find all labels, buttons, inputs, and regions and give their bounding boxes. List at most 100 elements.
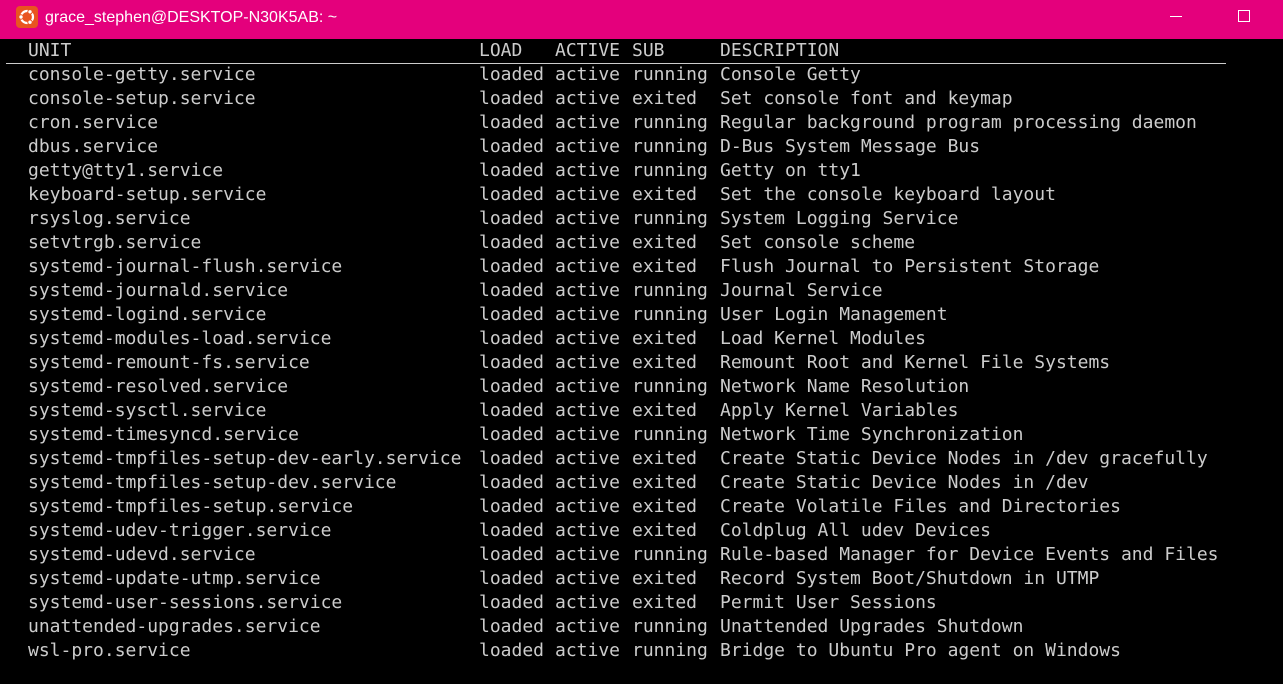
cell-description: Network Time Synchronization [720,424,1024,445]
cell-unit: dbus.service [28,136,159,157]
cell-load: loaded [479,136,545,157]
cell-load: loaded [479,280,545,301]
cell-description: Console Getty [720,64,861,85]
cell-sub: exited [632,520,698,541]
cell-description: Set the console keyboard layout [720,184,1056,205]
cell-unit: systemd-resolved.service [28,376,289,397]
cell-load: loaded [479,184,545,205]
cell-load: loaded [479,448,545,469]
cell-sub: exited [632,184,698,205]
cell-active: active [555,448,621,469]
cell-load: loaded [479,376,545,397]
cell-sub: exited [632,88,698,109]
cell-unit: cron.service [28,112,159,133]
cell-active: active [555,376,621,397]
cell-sub: exited [632,232,698,253]
cell-description: Network Name Resolution [720,376,970,397]
cell-sub: running [632,64,708,85]
cell-description: Bridge to Ubuntu Pro agent on Windows [720,640,1121,661]
cell-sub: running [632,112,708,133]
cell-load: loaded [479,232,545,253]
cell-unit: wsl-pro.service [28,640,191,661]
cell-unit: systemd-logind.service [28,304,267,325]
cell-active: active [555,88,621,109]
cell-unit: console-getty.service [28,64,256,85]
cell-active: active [555,160,621,181]
cell-unit: console-setup.service [28,88,256,109]
cell-description: Coldplug All udev Devices [720,520,991,541]
cell-sub: exited [632,568,698,589]
cell-active: active [555,208,621,229]
cell-sub: exited [632,352,698,373]
cell-load: loaded [479,160,545,181]
cell-active: active [555,304,621,325]
cell-description: System Logging Service [720,208,959,229]
cell-unit: systemd-tmpfiles-setup.service [28,496,354,517]
cell-sub: exited [632,328,698,349]
cell-unit: systemd-timesyncd.service [28,424,299,445]
cell-active: active [555,352,621,373]
cell-load: loaded [479,352,545,373]
cell-description: Apply Kernel Variables [720,400,959,421]
cell-sub: running [632,640,708,661]
cell-sub: exited [632,448,698,469]
header-active: ACTIVE [555,40,621,61]
cell-description: Rule-based Manager for Device Events and… [720,544,1219,565]
cell-active: active [555,400,621,421]
cell-active: active [555,568,621,589]
cell-load: loaded [479,328,545,349]
cell-sub: running [632,160,708,181]
cell-sub: running [632,280,708,301]
window-title: grace_stephen@DESKTOP-N30K5AB: ~ [45,9,338,26]
cell-active: active [555,64,621,85]
cell-active: active [555,472,621,493]
cell-description: Create Static Device Nodes in /dev grace… [720,448,1208,469]
cell-active: active [555,136,621,157]
cell-unit: systemd-sysctl.service [28,400,267,421]
terminal-output[interactable]: UNIT LOAD ACTIVE SUB DESCRIPTION console… [6,39,1283,684]
cell-load: loaded [479,304,545,325]
cell-active: active [555,640,621,661]
cell-active: active [555,112,621,133]
cell-unit: systemd-journald.service [28,280,289,301]
maximize-button[interactable] [1222,0,1268,39]
ubuntu-icon[interactable] [16,6,38,28]
minimize-button[interactable] [1153,0,1199,39]
cell-unit: systemd-tmpfiles-setup-dev.service [28,472,397,493]
cell-sub: exited [632,472,698,493]
cell-active: active [555,496,621,517]
cell-sub: running [632,136,708,157]
cell-unit: systemd-udevd.service [28,544,256,565]
cell-load: loaded [479,256,545,277]
cell-unit: systemd-user-sessions.service [28,592,343,613]
cell-description: Regular background program processing da… [720,112,1197,133]
maximize-icon [1238,10,1250,22]
cell-load: loaded [479,544,545,565]
cell-load: loaded [479,520,545,541]
cell-description: Getty on tty1 [720,160,861,181]
table-header: UNIT LOAD ACTIVE SUB DESCRIPTION [6,39,1226,64]
minimize-icon [1170,16,1182,17]
cell-active: active [555,184,621,205]
cell-load: loaded [479,112,545,133]
cell-load: loaded [479,616,545,637]
cell-active: active [555,328,621,349]
cell-load: loaded [479,400,545,421]
cell-sub: running [632,544,708,565]
cell-description: Permit User Sessions [720,592,937,613]
cell-sub: exited [632,592,698,613]
cell-description: Remount Root and Kernel File Systems [720,352,1111,373]
cell-description: Flush Journal to Persistent Storage [720,256,1100,277]
cell-load: loaded [479,88,545,109]
cell-unit: setvtrgb.service [28,232,202,253]
title-bar[interactable]: grace_stephen@DESKTOP-N30K5AB: ~ [0,0,1283,39]
cell-description: Set console scheme [720,232,916,253]
header-description: DESCRIPTION [720,40,840,61]
cell-description: User Login Management [720,304,948,325]
cell-description: D-Bus System Message Bus [720,136,981,157]
cell-load: loaded [479,208,545,229]
cell-active: active [555,520,621,541]
cell-active: active [555,616,621,637]
cell-description: Create Static Device Nodes in /dev [720,472,1089,493]
cell-sub: exited [632,496,698,517]
